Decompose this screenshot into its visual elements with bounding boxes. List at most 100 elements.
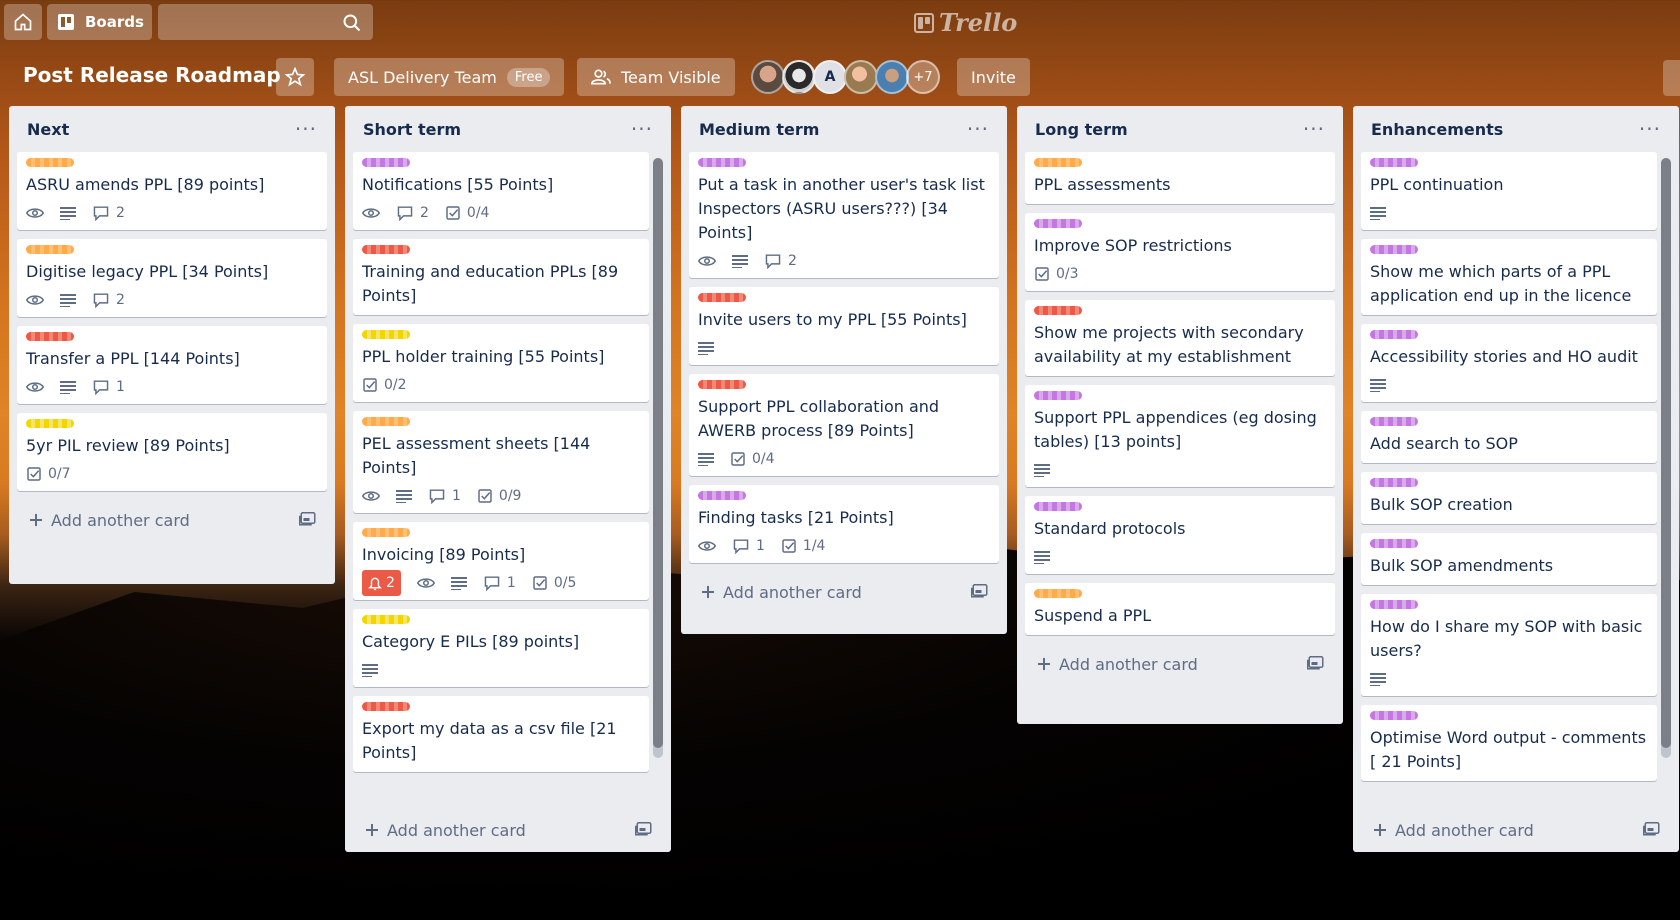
card[interactable]: Invoicing [89 Points] 2 1 0/5 — [353, 522, 649, 600]
card-template-button[interactable] — [971, 582, 989, 602]
list-scrollbar[interactable] — [653, 158, 663, 758]
card-label-purple[interactable] — [1034, 502, 1082, 511]
card-label-purple[interactable] — [1370, 158, 1418, 167]
card-template-icon[interactable] — [971, 582, 989, 598]
card[interactable]: Support PPL appendices (eg dosing tables… — [1025, 385, 1335, 487]
visibility-button[interactable]: Team Visible — [577, 58, 735, 96]
board-menu-button[interactable] — [1663, 60, 1680, 96]
list-menu-button[interactable]: ··· — [295, 119, 317, 139]
trello-logo[interactable]: Trello — [914, 8, 1017, 37]
card[interactable]: Show me which parts of a PPL application… — [1361, 239, 1657, 315]
star-button[interactable] — [276, 58, 314, 96]
card-label-yellow[interactable] — [362, 615, 410, 624]
card-label-purple[interactable] — [698, 158, 746, 167]
card-label-purple[interactable] — [1370, 539, 1418, 548]
more-members-button[interactable]: +7 — [906, 60, 940, 94]
card-label-red[interactable] — [362, 245, 410, 254]
list-menu-button[interactable]: ··· — [1639, 119, 1661, 139]
card[interactable]: PPL assessments — [1025, 152, 1335, 204]
card-label-purple[interactable] — [362, 158, 410, 167]
member-avatar[interactable] — [751, 60, 785, 94]
card-label-purple[interactable] — [1370, 600, 1418, 609]
card-label-purple[interactable] — [698, 491, 746, 500]
list-title[interactable]: Long term — [1035, 120, 1128, 139]
card-label-orange[interactable] — [362, 417, 410, 426]
card[interactable]: Finding tasks [21 Points] 1 1/4 — [689, 485, 999, 563]
card-label-purple[interactable] — [1370, 330, 1418, 339]
card-label-red[interactable] — [698, 380, 746, 389]
card-template-button[interactable] — [299, 510, 317, 530]
card-template-icon[interactable] — [1307, 654, 1325, 670]
add-card-button[interactable]: Add another card — [353, 810, 663, 850]
boards-button[interactable]: Boards — [47, 4, 152, 40]
scrollbar-thumb[interactable] — [653, 158, 663, 748]
card[interactable]: ASRU amends PPL [89 points] 2 — [17, 152, 327, 230]
list-menu-button[interactable]: ··· — [1303, 119, 1325, 139]
card-label-yellow[interactable] — [362, 330, 410, 339]
card[interactable]: Invite users to my PPL [55 Points] — [689, 287, 999, 365]
member-avatar[interactable]: A — [813, 60, 847, 94]
card-label-purple[interactable] — [1034, 219, 1082, 228]
card-label-purple[interactable] — [1370, 478, 1418, 487]
card[interactable]: Suspend a PPL — [1025, 583, 1335, 635]
card[interactable]: Optimise Word output - comments [ 21 Poi… — [1361, 705, 1657, 781]
card-template-button[interactable] — [1643, 820, 1661, 840]
card-label-orange[interactable] — [26, 245, 74, 254]
add-card-button[interactable]: Add another card — [1025, 644, 1335, 684]
team-button[interactable]: ASL Delivery Team Free — [334, 58, 565, 96]
add-card-button[interactable]: Add another card — [1361, 810, 1671, 850]
list-title[interactable]: Short term — [363, 120, 461, 139]
card[interactable]: Accessibility stories and HO audit — [1361, 324, 1657, 402]
home-button[interactable] — [4, 4, 42, 40]
list-title[interactable]: Medium term — [699, 120, 819, 139]
list-menu-button[interactable]: ··· — [967, 119, 989, 139]
list-menu-button[interactable]: ··· — [631, 119, 653, 139]
card-label-red[interactable] — [698, 293, 746, 302]
card[interactable]: Put a task in another user's task list I… — [689, 152, 999, 278]
card[interactable]: Category E PILs [89 points] — [353, 609, 649, 687]
card-label-orange[interactable] — [1034, 589, 1082, 598]
card-label-orange[interactable] — [1034, 158, 1082, 167]
search-icon[interactable] — [342, 13, 362, 33]
add-card-button[interactable]: Add another card — [17, 500, 327, 540]
card[interactable]: Digitise legacy PPL [34 Points] 2 — [17, 239, 327, 317]
card[interactable]: Export my data as a csv file [21 Points] — [353, 696, 649, 772]
card[interactable]: 5yr PIL review [89 Points] 0/7 — [17, 413, 327, 491]
card[interactable]: Transfer a PPL [144 Points] 1 — [17, 326, 327, 404]
card[interactable]: Training and education PPLs [89 Points] — [353, 239, 649, 315]
card[interactable]: PEL assessment sheets [144 Points] 1 0/9 — [353, 411, 649, 513]
card-template-icon[interactable] — [635, 820, 653, 836]
scrollbar-thumb[interactable] — [1661, 158, 1671, 748]
list-title[interactable]: Enhancements — [1371, 120, 1503, 139]
member-avatar[interactable] — [844, 60, 878, 94]
card-label-purple[interactable] — [1370, 245, 1418, 254]
card-template-button[interactable] — [1307, 654, 1325, 674]
card-template-icon[interactable] — [1643, 820, 1661, 836]
card[interactable]: Add search to SOP — [1361, 411, 1657, 463]
card-label-yellow[interactable] — [26, 419, 74, 428]
card[interactable]: PPL continuation — [1361, 152, 1657, 230]
search-input[interactable] — [158, 4, 373, 40]
card-template-button[interactable] — [635, 820, 653, 840]
card[interactable]: PPL holder training [55 Points] 0/2 — [353, 324, 649, 402]
card[interactable]: Notifications [55 Points] 2 0/4 — [353, 152, 649, 230]
card-label-red[interactable] — [26, 332, 74, 341]
notification-badge[interactable]: 2 — [362, 570, 401, 596]
card-label-purple[interactable] — [1370, 711, 1418, 720]
card-label-orange[interactable] — [26, 158, 74, 167]
add-card-button[interactable]: Add another card — [689, 572, 999, 612]
card[interactable]: How do I share my SOP with basic users? — [1361, 594, 1657, 696]
card[interactable]: Show me projects with secondary availabi… — [1025, 300, 1335, 376]
card-label-orange[interactable] — [362, 528, 410, 537]
card-label-purple[interactable] — [1034, 391, 1082, 400]
card-label-purple[interactable] — [1370, 417, 1418, 426]
card[interactable]: Bulk SOP amendments — [1361, 533, 1657, 585]
list-scrollbar[interactable] — [1661, 158, 1671, 758]
invite-button[interactable]: Invite — [957, 58, 1030, 96]
card[interactable]: Support PPL collaboration and AWERB proc… — [689, 374, 999, 476]
card[interactable]: Improve SOP restrictions 0/3 — [1025, 213, 1335, 291]
card-label-red[interactable] — [1034, 306, 1082, 315]
list-title[interactable]: Next — [27, 120, 69, 139]
board-title[interactable]: Post Release Roadmap — [23, 63, 281, 87]
card-label-red[interactable] — [362, 702, 410, 711]
